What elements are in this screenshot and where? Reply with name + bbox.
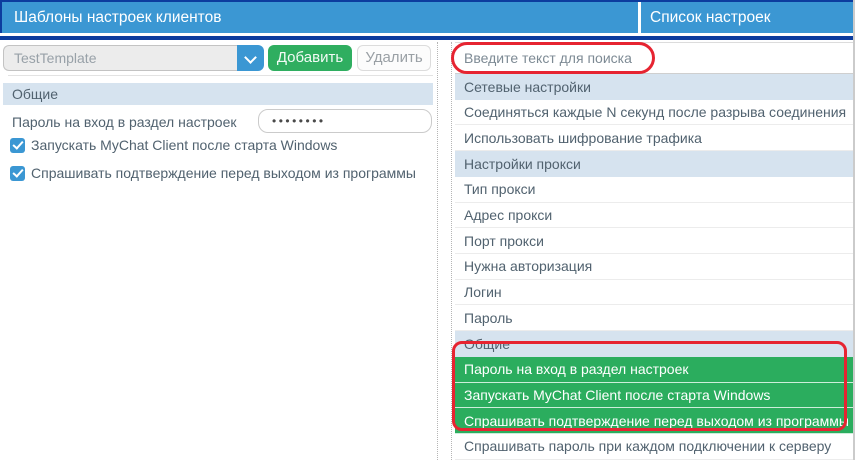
settings-section-row[interactable]: Сетевые настройки: [455, 74, 853, 100]
password-label: Пароль на вход в раздел настроек: [12, 110, 237, 134]
left-panel-title: Шаблоны настроек клиентов: [14, 2, 221, 33]
settings-row-highlighted[interactable]: Запускать MyChat Client после старта Win…: [455, 383, 853, 409]
header-divider: [638, 2, 641, 33]
app-window: Шаблоны настроек клиентов Список настрое…: [0, 0, 855, 460]
settings-row[interactable]: Нужна авторизация: [455, 254, 853, 280]
settings-row-highlighted[interactable]: Спрашивать подтверждение перед выходом и…: [455, 408, 853, 434]
general-section-header: Общие: [3, 83, 433, 105]
add-template-button[interactable]: Добавить: [268, 45, 352, 71]
settings-row[interactable]: Адрес прокси: [455, 203, 853, 229]
settings-row[interactable]: Логин: [455, 280, 853, 306]
template-combobox-value[interactable]: TestTemplate: [3, 45, 238, 71]
settings-section-row[interactable]: Настройки прокси: [455, 151, 853, 177]
settings-row[interactable]: Порт прокси: [455, 228, 853, 254]
settings-section-row[interactable]: Общие: [455, 331, 853, 357]
settings-row[interactable]: Тип прокси: [455, 177, 853, 203]
password-input[interactable]: ••••••••: [258, 109, 432, 133]
autostart-checkbox[interactable]: [10, 138, 25, 153]
panel-splitter[interactable]: [451, 42, 452, 460]
confirm-exit-checkbox[interactable]: [10, 166, 25, 181]
autostart-checkbox-label: Запускать MyChat Client после старта Win…: [31, 137, 337, 153]
settings-list-panel: Сетевые настройкиСоединяться каждые N се…: [455, 42, 853, 460]
checkmark-icon: [12, 138, 23, 149]
left-panel-separator: [8, 75, 433, 76]
autostart-checkbox-row: Запускать MyChat Client после старта Win…: [10, 137, 337, 153]
settings-row-highlighted[interactable]: Пароль на вход в раздел настроек: [455, 357, 853, 383]
settings-list: Сетевые настройкиСоединяться каждые N се…: [455, 74, 853, 460]
template-combobox-dropdown-button[interactable]: [237, 45, 264, 71]
delete-template-button[interactable]: Удалить: [357, 45, 431, 71]
checkmark-icon: [12, 166, 23, 177]
settings-row[interactable]: Спрашивать пароль при каждом подключении…: [455, 434, 853, 460]
chevron-down-icon: [244, 51, 257, 64]
header-underline: [0, 36, 855, 40]
panel-splitter[interactable]: [437, 42, 438, 460]
settings-search-input[interactable]: [455, 42, 853, 74]
settings-row[interactable]: Использовать шифрование трафика: [455, 125, 853, 151]
settings-row[interactable]: Соединяться каждые N секунд после разрыв…: [455, 100, 853, 126]
settings-row[interactable]: Пароль: [455, 305, 853, 331]
confirm-exit-checkbox-row: Спрашивать подтверждение перед выходом и…: [10, 165, 416, 181]
right-panel-title: Список настроек: [650, 2, 771, 33]
confirm-exit-checkbox-label: Спрашивать подтверждение перед выходом и…: [31, 165, 416, 181]
